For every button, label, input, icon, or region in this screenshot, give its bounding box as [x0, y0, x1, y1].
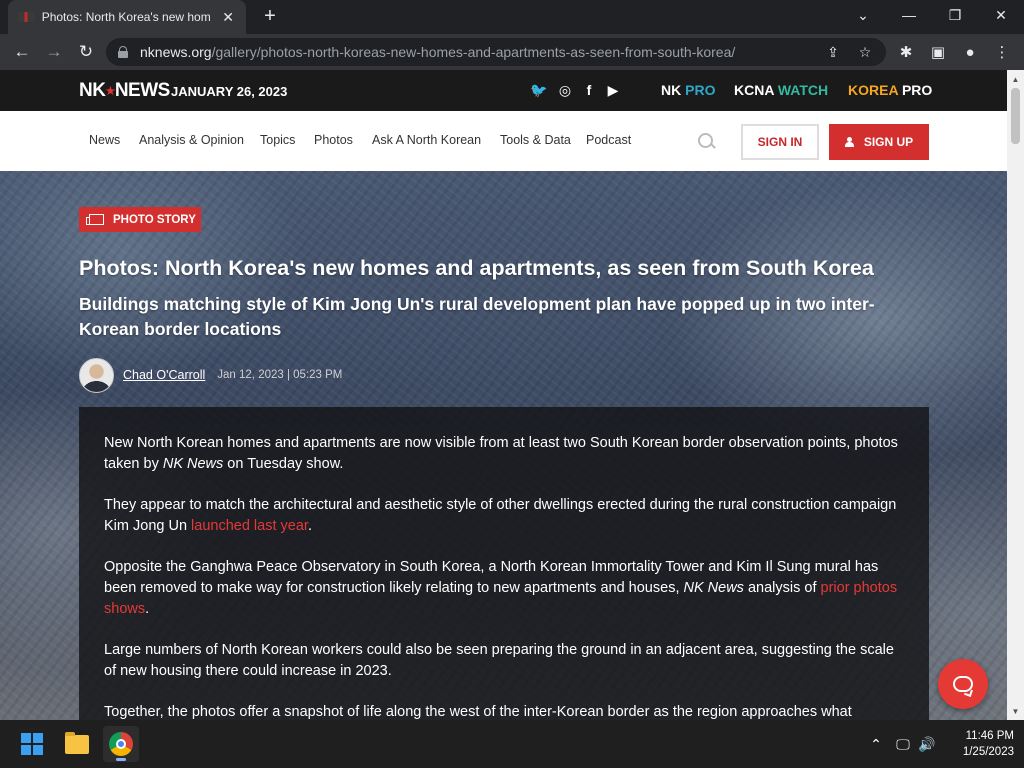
tab-title: Photos: North Korea's new homes and apar…	[41, 10, 211, 24]
search-icon[interactable]	[698, 133, 716, 151]
article-subheadline: Buildings matching style of Kim Jong Un'…	[79, 294, 875, 339]
article-headline: Photos: North Korea's new homes and apar…	[79, 256, 874, 280]
share-icon[interactable]: ⇪	[824, 44, 842, 61]
youtube-icon[interactable]: ▶	[604, 82, 622, 99]
paragraph-3: Opposite the Ganghwa Peace Observatory i…	[104, 559, 898, 617]
chrome-icon	[109, 732, 133, 756]
file-explorer-button[interactable]	[59, 726, 95, 762]
nav-ask-a-north-korean[interactable]: Ask A North Korean	[372, 133, 481, 147]
clock-time: 11:46 PM	[965, 730, 1014, 742]
reload-button[interactable]: ↻	[74, 40, 98, 64]
tab-search-icon[interactable]: ⌄	[840, 0, 886, 30]
url-host: nknews.org	[140, 44, 212, 60]
url-path: /gallery/photos-north-koreas-new-homes-a…	[211, 44, 736, 60]
volume-icon[interactable]: 🔊	[918, 736, 936, 753]
author-link[interactable]: Chad O'Carroll	[123, 368, 205, 382]
lock-icon[interactable]	[118, 46, 128, 58]
sign-in-button[interactable]: SIGN IN	[741, 124, 819, 160]
byline: Chad O'Carroll Jan 12, 2023 | 05:23 PM	[79, 357, 342, 393]
chat-icon	[953, 676, 973, 692]
user-icon	[844, 137, 854, 147]
scroll-down-arrow-icon[interactable]: ▼	[1007, 704, 1024, 718]
windows-logo-icon	[21, 733, 43, 755]
page-viewport: NK★NEWS JANUARY 26, 2023 🐦 ◎ f ▶ NK PRO …	[0, 70, 1007, 720]
logo-star-icon: ★	[105, 85, 115, 98]
sign-up-button[interactable]: SIGN UP	[829, 124, 929, 160]
author-avatar[interactable]	[79, 357, 114, 393]
brand-kcna-watch[interactable]: KCNA WATCH	[734, 82, 828, 98]
scroll-up-arrow-icon[interactable]: ▲	[1007, 72, 1024, 86]
windows-taskbar: ⌃ 🖵 🔊 11:46 PM 1/25/2023	[0, 720, 1024, 768]
nav-topics[interactable]: Topics	[260, 133, 295, 147]
paragraph-4: Large numbers of North Korean workers co…	[104, 642, 894, 679]
facebook-icon[interactable]: f	[580, 82, 598, 98]
profile-icon[interactable]: ●	[960, 42, 980, 62]
hero-photo-background: PHOTO STORY Photos: North Korea's new ho…	[0, 171, 1007, 720]
main-navigation: News Analysis & Opinion Topics Photos As…	[0, 111, 1007, 171]
forward-button[interactable]: →	[42, 40, 66, 64]
browser-tab[interactable]: Photos: North Korea's new homes and apar…	[8, 0, 246, 34]
site-topbar: NK★NEWS JANUARY 26, 2023 🐦 ◎ f ▶ NK PRO …	[0, 70, 1007, 111]
chrome-taskbar-button[interactable]	[103, 726, 139, 762]
back-button[interactable]: ←	[10, 40, 34, 64]
browser-toolbar: ← → ↻ nknews.org/gallery/photos-north-ko…	[0, 34, 1024, 70]
maximize-button[interactable]: ❐	[932, 0, 978, 30]
paragraph-5: Together, the photos offer a snapshot of…	[104, 704, 852, 720]
page-scrollbar[interactable]: ▲ ▼	[1007, 70, 1024, 720]
brand-korea-pro[interactable]: KOREA PRO	[848, 82, 932, 98]
nav-news[interactable]: News	[89, 133, 120, 147]
menu-icon[interactable]: ⋮	[992, 42, 1012, 62]
clock-date: 1/25/2023	[962, 746, 1014, 758]
show-hidden-icons-chevron-icon[interactable]: ⌃	[867, 736, 885, 753]
folder-icon	[65, 731, 89, 754]
photo-story-badge[interactable]: PHOTO STORY	[79, 207, 201, 232]
twitter-icon[interactable]: 🐦	[530, 82, 548, 99]
nav-podcast[interactable]: Podcast	[586, 133, 631, 147]
paragraph-2: They appear to match the architectural a…	[104, 497, 897, 534]
extensions-icon[interactable]: ✱	[896, 42, 916, 62]
new-tab-button[interactable]: +	[260, 6, 280, 26]
article-body: New North Korean homes and apartments ar…	[79, 407, 929, 720]
tab-close-icon[interactable]: ✕	[220, 9, 236, 26]
instagram-icon[interactable]: ◎	[556, 82, 574, 99]
gallery-icon	[86, 214, 104, 225]
nav-tools-data[interactable]: Tools & Data	[500, 133, 571, 147]
network-icon[interactable]: 🖵	[894, 736, 912, 753]
sidepanel-icon[interactable]: ▣	[928, 42, 948, 62]
system-clock[interactable]: 11:46 PM 1/25/2023	[944, 728, 1014, 760]
current-date: JANUARY 26, 2023	[171, 84, 288, 99]
minimize-button[interactable]: —	[886, 0, 932, 30]
nknews-logo[interactable]: NK★NEWS	[79, 80, 170, 102]
start-button[interactable]	[14, 726, 50, 762]
star-icon[interactable]: ☆	[856, 44, 874, 61]
chat-support-button[interactable]	[938, 659, 988, 709]
browser-titlebar: Photos: North Korea's new homes and apar…	[0, 0, 1024, 34]
publish-date: Jan 12, 2023 | 05:23 PM	[217, 369, 343, 381]
nknews-favicon-icon	[18, 12, 34, 22]
address-bar[interactable]: nknews.org/gallery/photos-north-koreas-n…	[106, 38, 886, 66]
paragraph-1: New North Korean homes and apartments ar…	[104, 435, 898, 472]
brand-nk-pro[interactable]: NK PRO	[661, 82, 715, 98]
launched-last-year-link[interactable]: launched last year	[191, 518, 308, 534]
nav-photos[interactable]: Photos	[314, 133, 353, 147]
nav-analysis-opinion[interactable]: Analysis & Opinion	[139, 133, 244, 147]
close-window-button[interactable]: ✕	[978, 0, 1024, 30]
scrollbar-thumb[interactable]	[1011, 88, 1020, 144]
